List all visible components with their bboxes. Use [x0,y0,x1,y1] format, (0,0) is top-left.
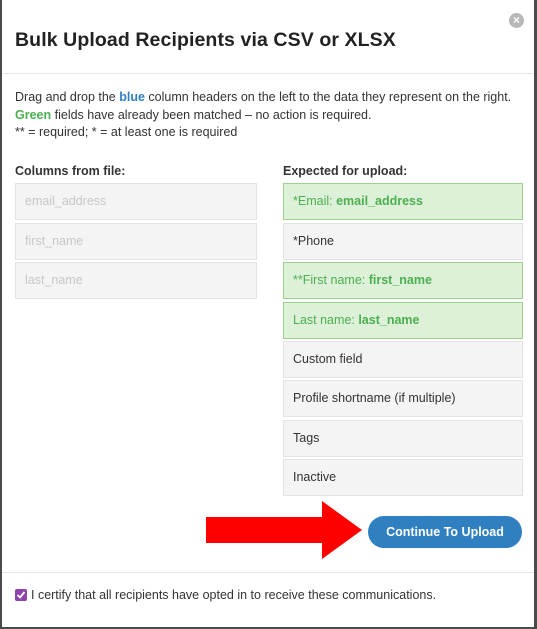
matched-column: last_name [358,313,420,327]
target-field-first-name[interactable]: **First name: first_name [283,262,523,299]
modal-header: Bulk Upload Recipients via CSV or XLSX × [2,0,534,74]
instructions: Drag and drop the blue column headers on… [15,89,520,142]
checkmark-icon [16,591,26,599]
instruction-text: column headers on the left to the data t… [144,90,512,104]
close-icon[interactable]: × [509,13,524,28]
matched-column: first_name [368,273,432,287]
target-field-label: Custom field [293,352,363,366]
continue-to-upload-button[interactable]: Continue To Upload [368,516,522,548]
matched-column: email_address [336,194,423,208]
target-field-tags[interactable]: Tags [283,420,523,457]
instruction-line-3: ** = required; * = at least one is requi… [15,125,238,139]
green-keyword: Green [15,107,52,122]
source-column-email[interactable]: email_address [15,183,257,220]
target-field-label: Tags [293,431,320,445]
expected-for-upload-header: Expected for upload: [283,164,408,178]
bulk-upload-modal: Bulk Upload Recipients via CSV or XLSX ×… [2,0,534,627]
target-field-email[interactable]: *Email: email_address [283,183,523,220]
instruction-line-2: Green fields have already been matched –… [15,107,520,125]
certify-row: I certify that all recipients have opted… [15,588,436,602]
certify-label: I certify that all recipients have opted… [31,588,437,602]
target-field-inactive[interactable]: Inactive [283,459,523,496]
source-column-first-name[interactable]: first_name [15,223,257,260]
target-field-label: *Phone [293,234,335,248]
target-field-label: Profile shortname (if multiple) [293,391,456,405]
target-field-label: Last name: [293,313,359,327]
instruction-line-1: Drag and drop the blue column headers on… [15,89,520,107]
target-field-label: **First name: [293,273,369,287]
target-field-last-name[interactable]: Last name: last_name [283,302,523,339]
target-field-label: *Email: [293,194,337,208]
target-field-profile-shortname[interactable]: Profile shortname (if multiple) [283,380,523,417]
instruction-text: Drag and drop the [15,90,120,104]
red-arrow-icon [206,501,362,559]
blue-keyword: blue [119,90,145,104]
source-column-last-name[interactable]: last_name [15,262,257,299]
columns-from-file-header: Columns from file: [15,164,126,178]
target-field-phone[interactable]: *Phone [283,223,523,260]
footer-divider [2,572,534,573]
instruction-text: fields have already been matched – no ac… [51,107,372,122]
target-field-label: Inactive [293,470,337,484]
certify-checkbox[interactable] [15,589,27,601]
modal-title: Bulk Upload Recipients via CSV or XLSX [15,29,396,51]
target-field-custom[interactable]: Custom field [283,341,523,378]
